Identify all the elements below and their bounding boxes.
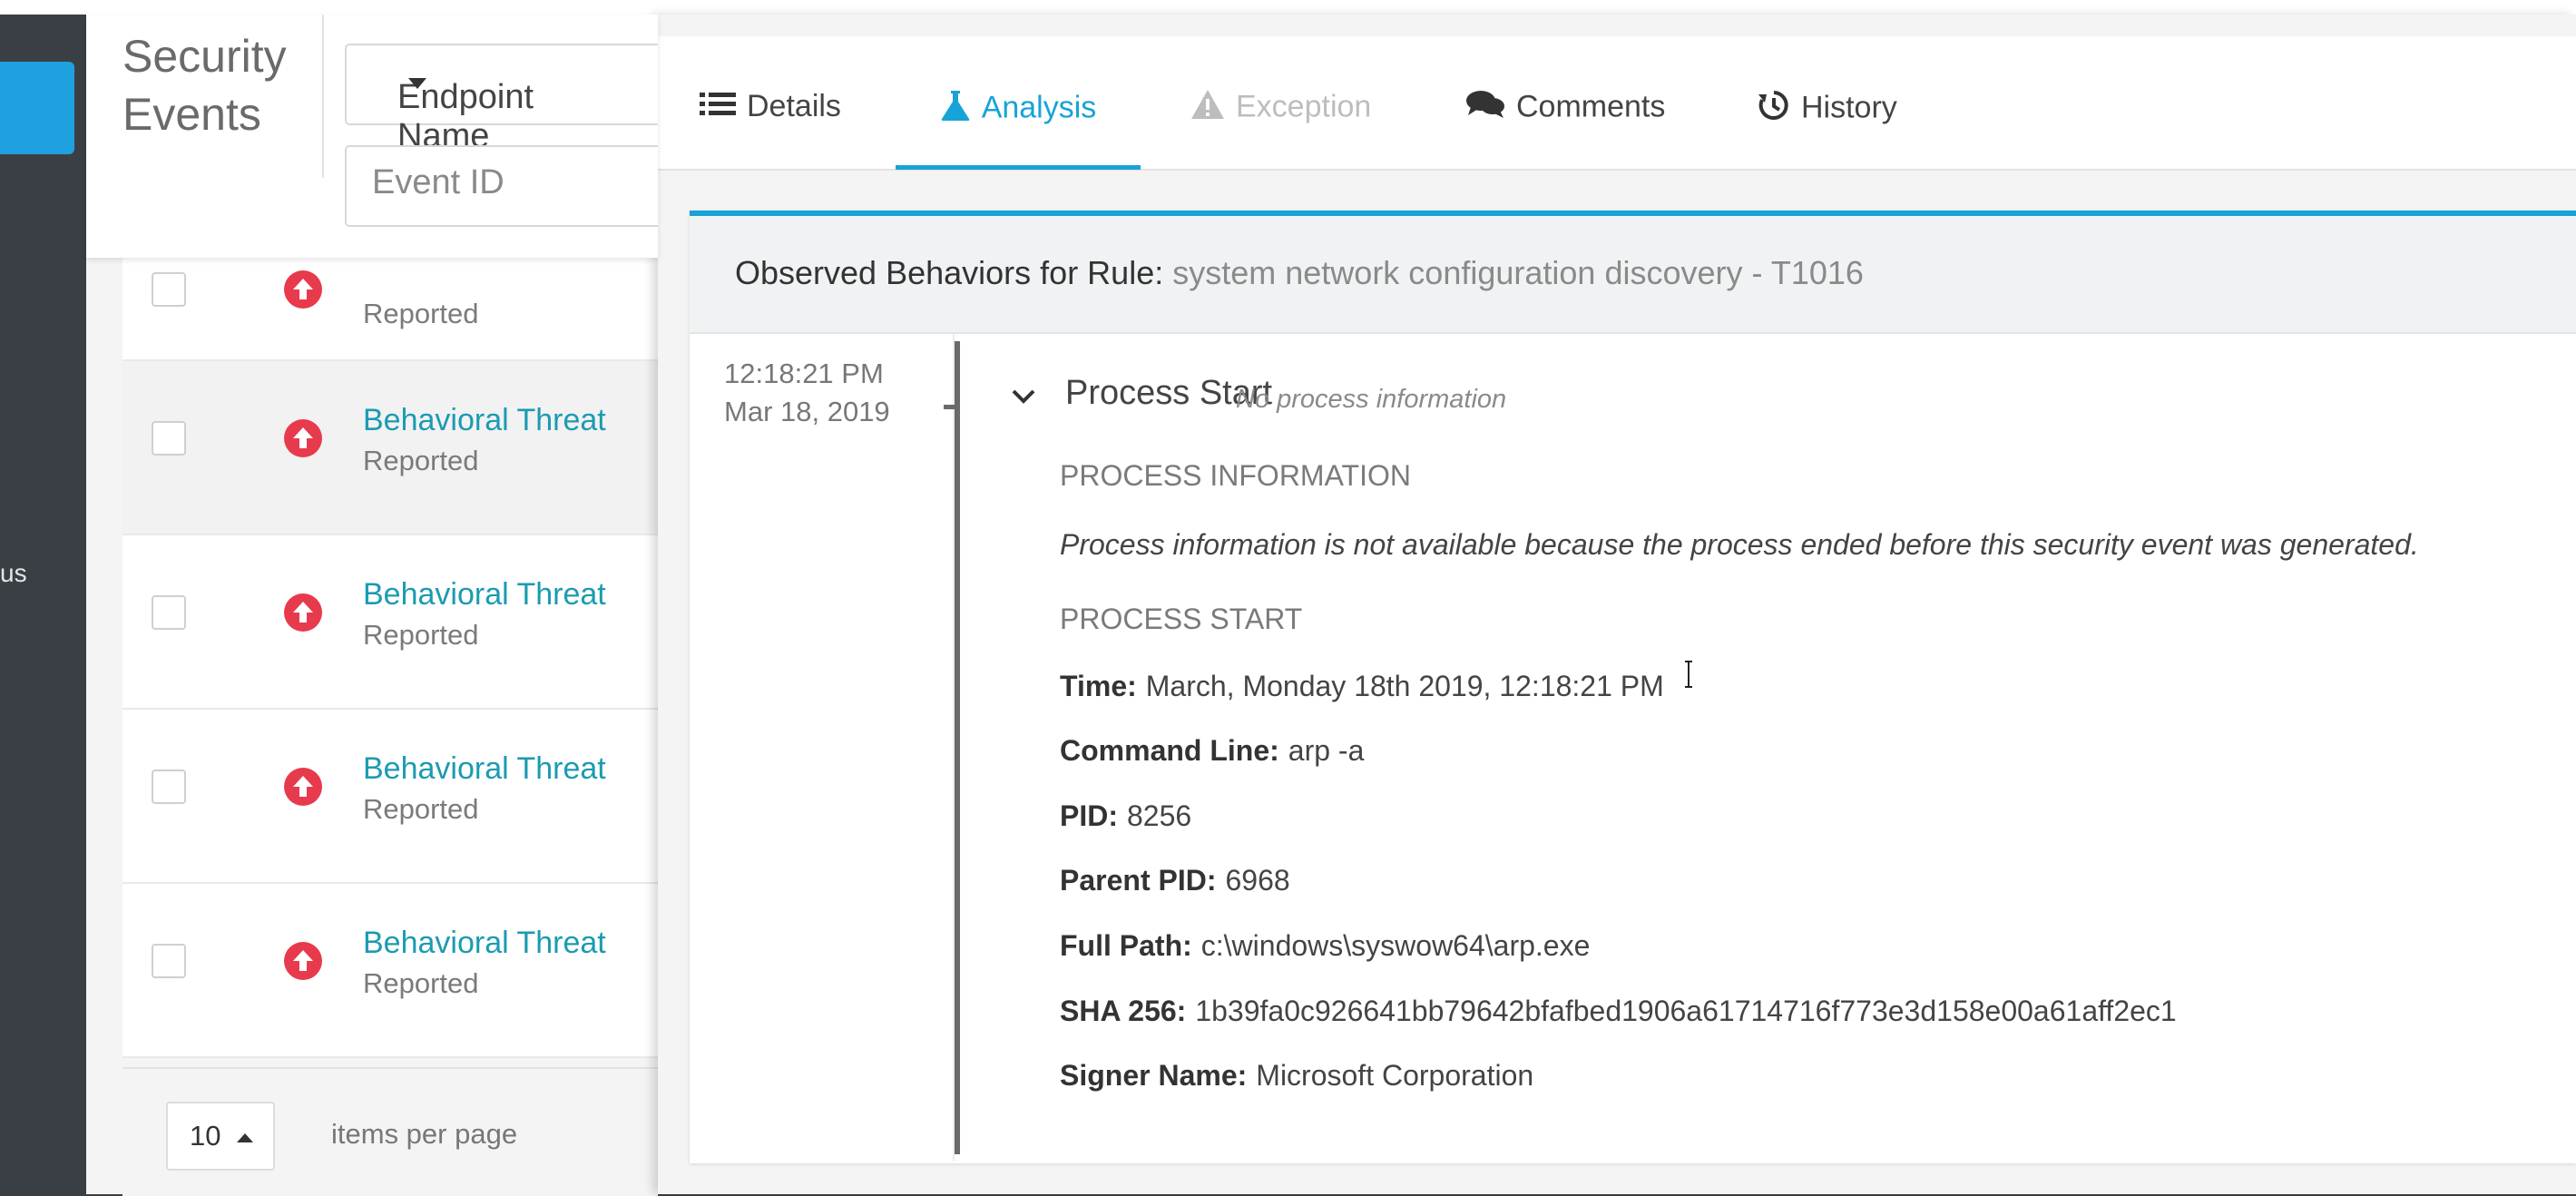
tab-bar: Details Analysis Exception Comments Hist… bbox=[658, 36, 2576, 171]
pagination: 10 items per page bbox=[122, 1067, 658, 1196]
row-title-link[interactable]: Behavioral Threat bbox=[363, 926, 606, 961]
field-signer-name: Signer Name: Microsoft Corporation bbox=[1060, 1059, 1534, 1092]
row-title-link[interactable]: Behavioral Threat bbox=[363, 403, 606, 438]
tab-comments[interactable]: Comments bbox=[1465, 89, 1665, 165]
process-info-message: Process information is not available bec… bbox=[1060, 528, 2419, 561]
tab-history-label: History bbox=[1801, 90, 1897, 125]
row-status: Reported bbox=[363, 619, 479, 651]
observed-behaviors-card: Observed Behaviors for Rule: system netw… bbox=[690, 211, 2576, 1163]
nav-active-item[interactable] bbox=[0, 62, 74, 154]
timestamp-time: 12:18:21 PM bbox=[724, 358, 884, 389]
event-id-placeholder: Event ID bbox=[372, 163, 504, 201]
row-checkbox[interactable] bbox=[152, 272, 186, 307]
page-size-select[interactable]: 10 bbox=[166, 1102, 275, 1171]
threat-up-icon bbox=[284, 419, 322, 457]
tab-details[interactable]: Details bbox=[700, 89, 841, 165]
threat-up-icon bbox=[284, 942, 322, 980]
row-checkbox[interactable] bbox=[152, 595, 186, 630]
table-row[interactable]: Behavioral Threat Reported bbox=[122, 361, 658, 535]
row-title-link[interactable]: Behavioral Threat bbox=[363, 751, 606, 787]
timestamp-date: Mar 18, 2019 bbox=[724, 396, 890, 427]
field-full-path: Full Path: c:\windows\syswow64\arp.exe bbox=[1060, 929, 1591, 962]
header-divider bbox=[322, 15, 324, 178]
observed-rule-heading: Observed Behaviors for Rule: system netw… bbox=[735, 254, 1864, 292]
caret-down-icon bbox=[408, 78, 426, 89]
table-row[interactable]: Behavioral Threat Reported bbox=[122, 710, 658, 884]
threat-up-icon bbox=[284, 593, 322, 632]
list-icon bbox=[700, 91, 736, 126]
tab-comments-label: Comments bbox=[1516, 89, 1666, 124]
section-process-information: PROCESS INFORMATION bbox=[1060, 459, 1411, 492]
left-nav: us bbox=[0, 15, 86, 1194]
event-detail-panel: Details Analysis Exception Comments Hist… bbox=[658, 15, 2576, 1194]
field-sha256: SHA 256: 1b39fa0c926641bb79642bfafbed1906… bbox=[1060, 995, 2177, 1027]
text-cursor-icon bbox=[1684, 661, 1693, 688]
field-time: Time: March, Monday 18th 2019, 12:18:21 P… bbox=[1060, 670, 1664, 702]
row-checkbox[interactable] bbox=[152, 421, 186, 456]
threat-up-icon bbox=[284, 270, 322, 309]
timeline-column: 12:18:21 PM Mar 18, 2019 bbox=[690, 334, 955, 1162]
caret-up-icon bbox=[237, 1133, 253, 1142]
row-status: Reported bbox=[363, 967, 479, 999]
row-checkbox[interactable] bbox=[152, 944, 186, 978]
page-size-value: 10 bbox=[190, 1120, 221, 1152]
tab-history[interactable]: History bbox=[1758, 89, 1897, 165]
event-id-input[interactable]: Event ID bbox=[345, 145, 658, 227]
field-parent-pid: Parent PID: 6968 bbox=[1060, 864, 1290, 897]
rule-name: system network configuration discovery -… bbox=[1172, 254, 1864, 291]
table-row[interactable]: Behavioral Threat Reported bbox=[122, 535, 658, 710]
items-per-page-label: items per page bbox=[331, 1118, 518, 1150]
flask-icon bbox=[940, 89, 971, 130]
security-events-panel: Reported Behavioral Threat Reported Beha… bbox=[86, 15, 658, 1196]
row-status: Reported bbox=[363, 298, 479, 329]
section-process-start: PROCESS START bbox=[1060, 603, 1303, 635]
field-command-line: Command Line: arp -a bbox=[1060, 734, 1365, 767]
chevron-down-icon[interactable] bbox=[1011, 388, 1036, 409]
observed-label: Observed Behaviors for Rule: bbox=[735, 254, 1164, 291]
comments-icon bbox=[1465, 89, 1505, 128]
list-header: Security Events Endpoint Name Event ID bbox=[86, 15, 658, 258]
warning-icon bbox=[1190, 89, 1225, 128]
card-header: Observed Behaviors for Rule: system netw… bbox=[690, 216, 2576, 334]
timeline-tick bbox=[944, 405, 960, 409]
nav-partial-label[interactable]: us bbox=[0, 559, 27, 588]
page-title: Security Events bbox=[122, 27, 287, 143]
row-status: Reported bbox=[363, 793, 479, 825]
tab-analysis-label: Analysis bbox=[981, 90, 1097, 125]
endpoint-name-dropdown[interactable]: Endpoint Name bbox=[345, 44, 658, 155]
page-title-line2: Events bbox=[122, 89, 261, 140]
row-checkbox[interactable] bbox=[152, 770, 186, 804]
tab-analysis[interactable]: Analysis bbox=[896, 89, 1141, 170]
tab-exception-label: Exception bbox=[1236, 89, 1372, 124]
row-status: Reported bbox=[363, 445, 479, 476]
history-icon bbox=[1758, 89, 1790, 130]
process-note: No process information bbox=[1236, 385, 1507, 414]
timeline-line bbox=[955, 341, 960, 1154]
row-title-link[interactable]: Behavioral Threat bbox=[363, 577, 606, 613]
top-strip bbox=[0, 0, 2576, 15]
table-row[interactable]: Behavioral Threat Reported bbox=[122, 884, 658, 1058]
page-title-line1: Security bbox=[122, 31, 287, 82]
tab-details-label: Details bbox=[747, 89, 841, 123]
threat-up-icon bbox=[284, 768, 322, 806]
field-pid: PID: 8256 bbox=[1060, 799, 1192, 832]
tab-exception[interactable]: Exception bbox=[1190, 89, 1371, 165]
